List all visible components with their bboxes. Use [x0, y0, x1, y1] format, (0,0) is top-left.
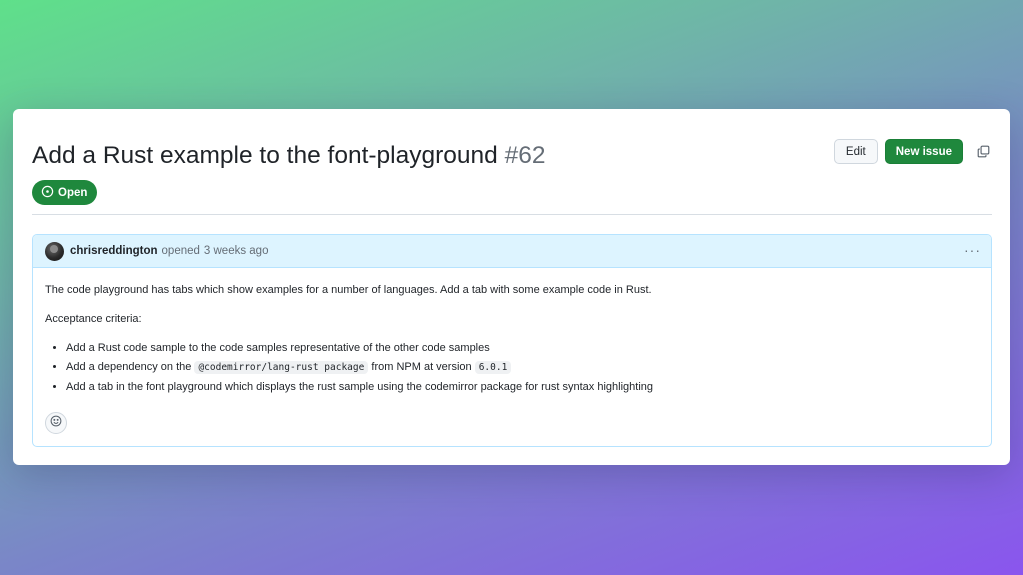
list-item: Add a dependency on the @codemirror/lang… [66, 359, 979, 376]
issue-header: Add a Rust example to the font-playgroun… [32, 139, 992, 171]
criteria-list: Add a Rust code sample to the code sampl… [66, 340, 979, 395]
list-item: Add a Rust code sample to the code sampl… [66, 340, 979, 356]
new-issue-button[interactable]: New issue [884, 139, 963, 164]
kebab-horizontal-icon[interactable]: ··· [964, 243, 981, 257]
comment-header: chrisreddington opened 3 weeks ago ··· [33, 235, 991, 268]
smiley-icon [50, 414, 62, 432]
issue-number: #62 [504, 142, 546, 169]
comment-body: The code playground has tabs which show … [33, 268, 991, 395]
inline-code-version: 6.0.1 [474, 361, 512, 374]
issue-title-text: Add a Rust example to the font-playgroun… [32, 142, 498, 169]
comment-intro: The code playground has tabs which show … [45, 284, 652, 296]
issue-state-badge: Open [32, 180, 98, 205]
add-reaction-button[interactable] [45, 412, 67, 434]
header-divider [32, 214, 992, 215]
header-actions: Edit New issue [833, 139, 992, 164]
comment-action: opened [161, 245, 200, 257]
copy-icon[interactable] [974, 143, 992, 161]
edit-button[interactable]: Edit [833, 139, 878, 164]
criteria-heading: Acceptance criteria: [45, 313, 142, 325]
issue-opened-icon [41, 185, 54, 201]
comment-author[interactable]: chrisreddington [70, 245, 158, 257]
issue-card: Add a Rust example to the font-playgroun… [13, 109, 1010, 465]
list-item: Add a tab in the font playground which d… [66, 379, 979, 395]
comment-timestamp[interactable]: 3 weeks ago [204, 245, 269, 257]
issue-comment: chrisreddington opened 3 weeks ago ··· T… [32, 234, 992, 447]
list-item-text: from NPM at version [371, 361, 472, 373]
inline-code-package: @codemirror/lang-rust package [194, 361, 369, 374]
list-item-text: Add a dependency on the [66, 361, 192, 373]
avatar[interactable] [45, 241, 64, 261]
issue-state-label: Open [58, 186, 88, 199]
